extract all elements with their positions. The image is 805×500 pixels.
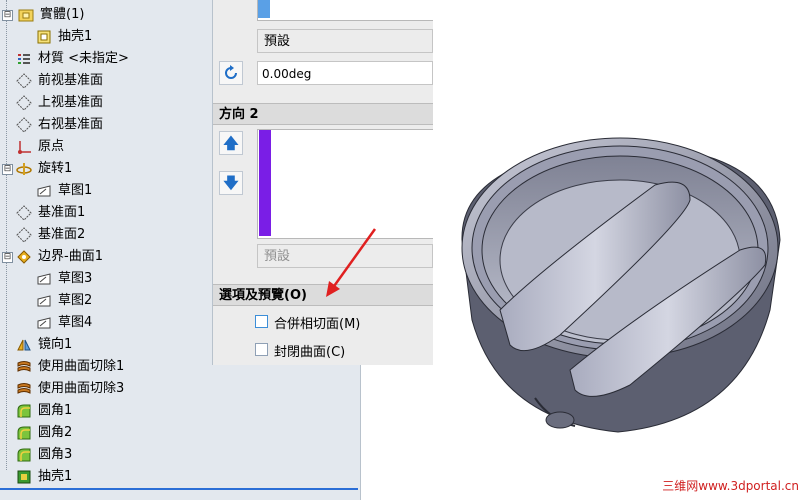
angle-input[interactable]: 0.00deg — [257, 61, 433, 85]
shell-feature-icon — [17, 470, 31, 484]
material-icon — [18, 54, 30, 64]
direction1-combo-value: 預設 — [264, 34, 291, 49]
close-surface-checkbox[interactable] — [255, 343, 268, 356]
tree-item-label: 上视基准面 — [38, 95, 104, 110]
boundary-surface-icon — [17, 250, 31, 264]
surface-cut-icon — [17, 383, 31, 394]
collapse-icon[interactable]: ⊟ — [2, 252, 13, 263]
direction2-title: 方向 2 — [219, 107, 259, 122]
plane-icon — [16, 205, 32, 221]
close-surface-label: 封閉曲面(C) — [274, 345, 346, 360]
plane-icon — [16, 117, 32, 133]
tree-item-label: 草图2 — [58, 293, 93, 308]
direction2-section-header[interactable]: 方向 2 — [213, 103, 433, 125]
fillet-icon — [17, 426, 31, 440]
fillet-icon — [17, 448, 31, 462]
tree-item-label: 草图1 — [58, 183, 93, 198]
tree-item-label: 圆角1 — [38, 403, 73, 418]
direction2-selection-color — [259, 130, 271, 236]
direction1-selection-color — [258, 0, 270, 18]
collapse-icon[interactable]: ⊟ — [2, 164, 13, 175]
merge-tangent-checkbox[interactable] — [255, 315, 268, 328]
angle-value: 0.00deg — [262, 67, 312, 81]
tree-item-label: 草图4 — [58, 315, 93, 330]
direction1-combo[interactable]: 預設 — [257, 29, 433, 53]
direction2-selection-box[interactable] — [257, 129, 433, 239]
direction2-combo-value: 預設 — [264, 249, 291, 264]
tree-item-label: 原点 — [38, 139, 65, 154]
origin-icon — [18, 141, 31, 154]
folder-icon — [18, 9, 34, 22]
revolve-icon — [16, 163, 32, 175]
tree-item-label: 基准面2 — [38, 227, 86, 242]
fillet-icon — [17, 404, 31, 418]
tree-item-label: 實體(1) — [40, 7, 85, 22]
sketch-icon — [37, 185, 51, 197]
merge-tangent-label: 合併相切面(M) — [274, 317, 361, 332]
sketch-icon — [37, 273, 51, 285]
plane-icon — [16, 227, 32, 243]
tree-item-label: 使用曲面切除1 — [38, 359, 125, 374]
refresh-icon — [225, 65, 237, 79]
tree-item-label: 抽壳1 — [58, 29, 93, 44]
collapse-icon[interactable]: ⊟ — [2, 10, 13, 21]
tree-item-label: 镜向1 — [38, 337, 73, 352]
tree-item-label: 右视基准面 — [38, 117, 104, 132]
move-up-button[interactable]: 🡅 — [219, 131, 243, 155]
sketch-icon — [37, 317, 51, 329]
tree-connector-line — [6, 0, 7, 470]
tree-item-label: 使用曲面切除3 — [38, 381, 125, 396]
tree-item-label: 前视基准面 — [38, 73, 104, 88]
tree-item-label: 圆角2 — [38, 425, 73, 440]
tree-item-label: 边界-曲面1 — [38, 249, 103, 264]
tree-item-label: 草图3 — [58, 271, 93, 286]
annotation-arrow — [326, 228, 377, 297]
surface-cut-icon — [17, 361, 31, 372]
plane-icon — [16, 73, 32, 89]
sketch-icon — [37, 295, 51, 307]
tree-item-label: 旋转1 — [38, 161, 73, 176]
tree-item-label: 圆角3 — [38, 447, 73, 462]
watermark: 三维网www.3dportal.cn — [662, 479, 799, 493]
tree-item-label: 抽壳1 — [38, 469, 73, 484]
property-manager-panel: 預設 0.00deg 方向 2 🡅 🡇 預設 選項及預覽(O) 合併相切面(M)… — [212, 0, 433, 365]
mirror-icon — [17, 339, 31, 351]
tree-item-label: 材質 <未指定> — [38, 51, 129, 66]
arrow-down-icon: 🡇 — [223, 174, 239, 192]
rollback-bar[interactable] — [0, 488, 358, 490]
reverse-direction-button[interactable] — [219, 61, 243, 85]
plane-icon — [16, 95, 32, 111]
direction1-selection-box[interactable] — [257, 0, 433, 21]
tree-item-label: 基准面1 — [38, 205, 86, 220]
shell-feature-icon — [37, 30, 51, 44]
options-title: 選項及預覽(O) — [219, 288, 307, 303]
move-down-button[interactable]: 🡇 — [219, 171, 243, 195]
3d-model-viewport[interactable] — [440, 120, 805, 460]
arrow-up-icon: 🡅 — [223, 134, 239, 152]
